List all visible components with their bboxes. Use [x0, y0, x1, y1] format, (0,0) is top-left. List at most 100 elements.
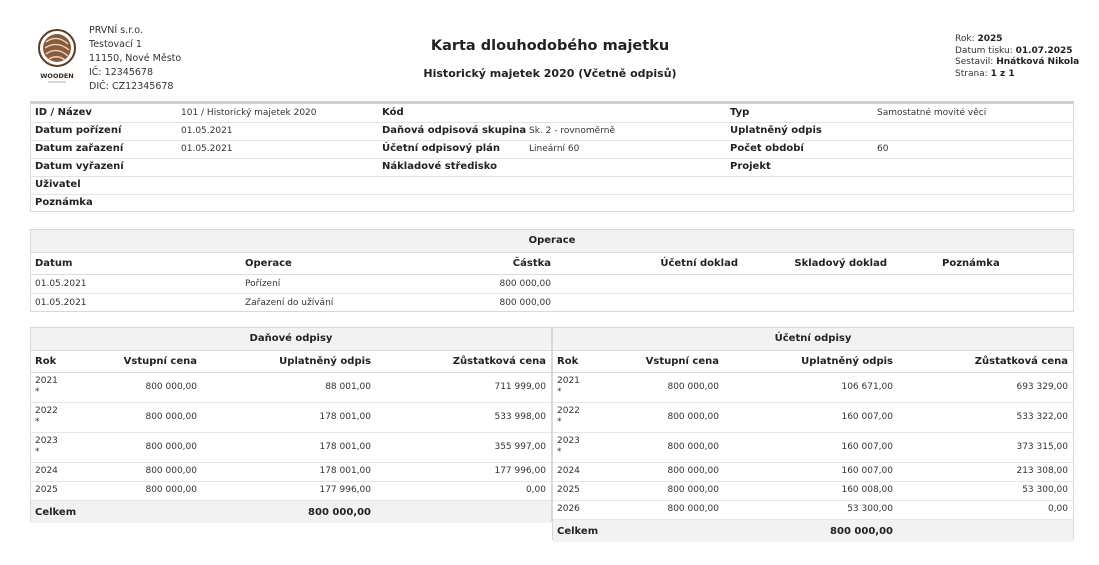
- company-address: PRVNÍ s.r.o. Testovací 1 11150, Nové Měs…: [89, 24, 181, 94]
- cell-rok: 2022: [557, 406, 580, 416]
- cell-rok: 2023: [35, 436, 58, 446]
- label-uzivatel: Uživatel: [35, 179, 81, 190]
- cell-vstupni-cena: 800 000,00: [667, 504, 719, 514]
- cell-zustatek: 533 998,00: [494, 412, 546, 422]
- cell-rok: 2025: [557, 485, 580, 495]
- value-ucetni-plan: Lineární 60: [529, 144, 580, 154]
- operations-table: Operace Datum Operace Částka Účetní dokl…: [30, 229, 1074, 312]
- cell-odpis: 160 007,00: [841, 466, 893, 476]
- value-typ: Samostatné movité věci: [877, 108, 987, 118]
- cell-vstupni-cena: 800 000,00: [145, 412, 197, 422]
- table-row: 2021 * 800 000,00 106 671,00 693 329,00: [553, 373, 1073, 403]
- table-row: 2023 * 800 000,00 178 001,00 355 997,00: [31, 433, 551, 463]
- cell-zustatek: 373 315,00: [1016, 442, 1068, 452]
- cell-rok: 2024: [557, 466, 580, 476]
- cell-vstupni-cena: 800 000,00: [667, 466, 719, 476]
- label-pocet-obdobi: Počet období: [730, 143, 804, 154]
- table-row: 2024 800 000,00 178 001,00 177 996,00: [31, 463, 551, 482]
- cell-castka: 800 000,00: [499, 298, 551, 308]
- cell-zustatek: 177 996,00: [494, 466, 546, 476]
- cell-odpis: 178 001,00: [319, 442, 371, 452]
- col-ucetni-doklad: Účetní doklad: [660, 258, 738, 269]
- year-label: Rok:: [955, 34, 975, 44]
- col-rok: Rok: [35, 356, 57, 367]
- cell-zustatek: 693 329,00: [1016, 382, 1068, 392]
- page-value: 1 z 1: [990, 68, 1015, 79]
- col-datum: Datum: [35, 258, 73, 269]
- cell-datum: 01.05.2021: [35, 279, 87, 289]
- table-row: 01.05.2021 Pořízení 800 000,00: [31, 275, 1073, 294]
- cell-odpis: 160 008,00: [841, 485, 893, 495]
- cell-odpis: 178 001,00: [319, 466, 371, 476]
- cell-zustatek: 711 999,00: [494, 382, 546, 392]
- company-logo: WOODEN: [38, 29, 76, 83]
- label-uplatneny-odpis: Uplatněný odpis: [730, 125, 822, 136]
- cell-odpis: 88 001,00: [325, 382, 371, 392]
- cell-odpis: 178 001,00: [319, 412, 371, 422]
- cell-rok: 2024: [35, 466, 58, 476]
- tax-depreciation-total: Celkem 800 000,00: [31, 501, 551, 523]
- label-datum-porizeni: Datum pořízení: [35, 125, 122, 136]
- cell-mark: *: [35, 417, 40, 427]
- cell-zustatek: 0,00: [1047, 504, 1068, 514]
- info-row: Datum zařazení 01.05.2021 Účetní odpisov…: [31, 140, 1073, 159]
- print-date-value: 01.07.2025: [1015, 45, 1073, 56]
- print-meta: Rok: 2025 Datum tisku: 01.07.2025 Sestav…: [955, 34, 1079, 80]
- table-row: 2021 * 800 000,00 88 001,00 711 999,00: [31, 373, 551, 403]
- tax-depreciation-table: Daňové odpisy Rok Vstupní cena Uplatněný…: [30, 327, 552, 523]
- col-vstupni-cena: Vstupní cena: [123, 356, 197, 367]
- value-id-name: 101 / Historický majetek 2020: [181, 108, 317, 118]
- accounting-depreciation-title: Účetní odpisy: [553, 328, 1073, 351]
- value-danova-skupina: Sk. 2 - rovnoměrně: [529, 126, 615, 136]
- operations-title: Operace: [31, 230, 1073, 253]
- asset-info: ID / Název 101 / Historický majetek 2020…: [30, 101, 1074, 212]
- info-row: Poznámka: [31, 194, 1073, 212]
- value-datum-zarazeni: 01.05.2021: [181, 144, 233, 154]
- cell-rok: 2025: [35, 485, 58, 495]
- cell-odpis: 106 671,00: [841, 382, 893, 392]
- cell-datum: 01.05.2021: [35, 298, 87, 308]
- cell-vstupni-cena: 800 000,00: [145, 442, 197, 452]
- label-id-name: ID / Název: [35, 107, 92, 118]
- table-row: 2026 800 000,00 53 300,00 0,00: [553, 501, 1073, 520]
- table-row: 2022 * 800 000,00 160 007,00 533 322,00: [553, 403, 1073, 433]
- label-datum-vyrazeni: Datum vyřazení: [35, 161, 124, 172]
- info-row: Datum pořízení 01.05.2021 Daňová odpisov…: [31, 122, 1073, 141]
- total-value: 800 000,00: [308, 507, 371, 518]
- page-label: Strana:: [955, 68, 988, 79]
- total-label: Celkem: [35, 507, 77, 518]
- cell-mark: *: [557, 447, 562, 457]
- year-value: 2025: [977, 34, 1003, 44]
- label-datum-zarazeni: Datum zařazení: [35, 143, 124, 154]
- tax-depreciation-header: Rok Vstupní cena Uplatněný odpis Zůstatk…: [31, 351, 551, 373]
- col-zustatkova-cena: Zůstatková cena: [452, 356, 546, 367]
- info-row: Uživatel: [31, 176, 1073, 195]
- cell-zustatek: 355 997,00: [494, 442, 546, 452]
- cell-odpis: 160 007,00: [841, 442, 893, 452]
- company-dic: DIČ: CZ12345678: [89, 81, 174, 92]
- author-label: Sestavil:: [955, 57, 994, 67]
- cell-rok: 2021: [35, 376, 58, 386]
- accounting-depreciation-header: Rok Vstupní cena Uplatněný odpis Zůstatk…: [553, 351, 1073, 373]
- table-row: 2025 800 000,00 160 008,00 53 300,00: [553, 482, 1073, 501]
- col-poznamka: Poznámka: [942, 258, 1000, 269]
- label-typ: Typ: [730, 107, 750, 118]
- company-city: 11150, Nové Město: [89, 53, 182, 64]
- print-date-label: Datum tisku:: [955, 45, 1013, 56]
- cell-zustatek: 213 308,00: [1016, 466, 1068, 476]
- label-danova-skupina: Daňová odpisová skupina: [382, 125, 527, 136]
- cell-rok: 2023: [557, 436, 580, 446]
- cell-zustatek: 0,00: [525, 485, 546, 495]
- cell-zustatek: 533 322,00: [1016, 412, 1068, 422]
- label-kod: Kód: [382, 107, 404, 118]
- cell-odpis: 160 007,00: [841, 412, 893, 422]
- cell-vstupni-cena: 800 000,00: [145, 466, 197, 476]
- company-ic: IČ: 12345678: [89, 67, 154, 78]
- cell-castka: 800 000,00: [499, 279, 551, 289]
- page-title: Karta dlouhodobého majetku: [430, 38, 670, 54]
- table-row: 01.05.2021 Zařazení do užívání 800 000,0…: [31, 294, 1073, 312]
- accounting-depreciation-table: Účetní odpisy Rok Vstupní cena Uplatněný…: [552, 327, 1074, 542]
- table-row: 2023 * 800 000,00 160 007,00 373 315,00: [553, 433, 1073, 463]
- cell-odpis: 53 300,00: [847, 504, 893, 514]
- col-skladovy-doklad: Skladový doklad: [794, 258, 887, 269]
